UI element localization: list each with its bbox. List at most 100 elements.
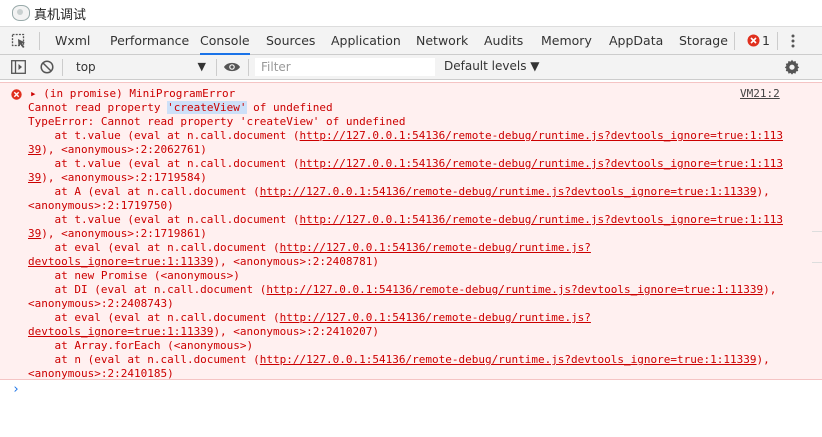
stack-frame-line: <anonymous>:2:1719750) — [28, 199, 808, 213]
stack-frame-line: at new Promise (<anonymous>) — [28, 269, 808, 283]
frame-text: ), — [756, 185, 770, 198]
toolbar-separator — [248, 59, 249, 76]
console-prompt[interactable]: › — [12, 382, 20, 397]
tab-separator — [777, 32, 778, 50]
more-options-icon[interactable] — [790, 32, 796, 50]
tab-console[interactable]: Console — [200, 27, 250, 55]
type-error-line: TypeError: Cannot read property 'createV… — [28, 115, 406, 128]
context-selector[interactable]: top ▼ — [68, 57, 210, 77]
side-panel-divider — [812, 262, 822, 263]
tab-storage[interactable]: Storage — [679, 27, 728, 55]
stack-frame-line: 39), <anonymous>:2:1719584) — [28, 171, 808, 185]
error-count[interactable]: 1 — [762, 27, 770, 55]
tab-wxml[interactable]: Wxml — [55, 27, 90, 55]
frame-text: at t.value (eval at n.call.document ( — [28, 213, 300, 226]
error-message[interactable]: ▸ (in promise) MiniProgramError VM21:2 C… — [0, 82, 822, 380]
toolbar-separator — [216, 59, 217, 76]
window-title: 真机调试 — [34, 8, 87, 23]
app-logo-icon — [12, 5, 30, 21]
console-toolbar: top ▼ Default levels ▼ — [0, 55, 822, 80]
frame-text: ), <anonymous>:2:2410207) — [213, 325, 380, 338]
frame-text: at A (eval at n.call.document ( — [28, 185, 260, 198]
devtools-tabbar: Wxml Performance Console Sources Application… — [0, 26, 822, 55]
stack-trace: at t.value (eval at n.call.document (htt… — [28, 129, 808, 381]
error-count-icon[interactable] — [747, 34, 760, 47]
gear-icon[interactable] — [784, 58, 800, 76]
frame-text: at DI (eval at n.call.document ( — [28, 283, 267, 296]
frame-source-link[interactable]: devtools_ignore=true:1:11339 — [28, 255, 213, 268]
stack-frame-line: 39), <anonymous>:2:2062761) — [28, 143, 808, 157]
frame-text: at eval (eval at n.call.document ( — [28, 241, 280, 254]
stack-frame-line: devtools_ignore=true:1:11339), <anonymou… — [28, 255, 808, 269]
stack-frame-line: at t.value (eval at n.call.document (htt… — [28, 129, 808, 143]
frame-text: <anonymous>:2:2410185) — [28, 367, 174, 380]
window-titlebar: 真机调试 — [0, 0, 822, 26]
frame-text: ), <anonymous>:2:1719861) — [41, 227, 207, 240]
frame-text: ), — [763, 283, 777, 296]
frame-source-link[interactable]: http://127.0.0.1:54136/remote-debug/runt… — [300, 129, 783, 142]
tab-sources[interactable]: Sources — [266, 27, 315, 55]
error-header[interactable]: ▸ (in promise) MiniProgramError — [30, 87, 235, 101]
tab-performance[interactable]: Performance — [110, 27, 189, 55]
frame-source-link[interactable]: 39 — [28, 171, 41, 184]
frame-text: <anonymous>:2:2408743) — [28, 297, 174, 310]
tab-memory[interactable]: Memory — [541, 27, 592, 55]
tab-audits[interactable]: Audits — [484, 27, 523, 55]
stack-frame-line: 39), <anonymous>:2:1719861) — [28, 227, 808, 241]
frame-text: at Array.forEach (<anonymous>) — [28, 339, 254, 352]
stack-frame-line: at n (eval at n.call.document (http://12… — [28, 353, 808, 367]
context-value: top — [76, 60, 96, 74]
show-sidebar-icon[interactable] — [11, 60, 26, 74]
stack-frame-line: devtools_ignore=true:1:11339), <anonymou… — [28, 325, 808, 339]
frame-source-link[interactable]: devtools_ignore=true:1:11339 — [28, 325, 213, 338]
dropdown-arrow-icon: ▼ — [197, 60, 206, 73]
source-link[interactable]: VM21:2 — [740, 87, 780, 101]
tab-network[interactable]: Network — [416, 27, 468, 55]
frame-text: ), — [756, 353, 770, 366]
error-summary-suffix: of undefined — [246, 101, 333, 114]
stack-frame-line: at Array.forEach (<anonymous>) — [28, 339, 808, 353]
frame-text: at new Promise (<anonymous>) — [28, 269, 240, 282]
stack-frame-line: <anonymous>:2:2408743) — [28, 297, 808, 311]
frame-source-link[interactable]: http://127.0.0.1:54136/remote-debug/runt… — [280, 311, 591, 324]
tab-application[interactable]: Application — [331, 27, 401, 55]
frame-text: at n (eval at n.call.document ( — [28, 353, 260, 366]
tab-separator — [734, 32, 735, 50]
stack-frame-line: at DI (eval at n.call.document (http://1… — [28, 283, 808, 297]
frame-text: ), <anonymous>:2:2408781) — [213, 255, 380, 268]
stack-frame-line: at A (eval at n.call.document (http://12… — [28, 185, 808, 199]
side-panel-divider — [812, 231, 822, 232]
frame-source-link[interactable]: http://127.0.0.1:54136/remote-debug/runt… — [260, 353, 757, 366]
error-summary: Cannot read property 'createView' of und… — [28, 101, 333, 115]
frame-source-link[interactable]: http://127.0.0.1:54136/remote-debug/runt… — [300, 213, 783, 226]
frame-source-link[interactable]: http://127.0.0.1:54136/remote-debug/runt… — [280, 241, 591, 254]
frame-text: at eval (eval at n.call.document ( — [28, 311, 280, 324]
frame-source-link[interactable]: http://127.0.0.1:54136/remote-debug/runt… — [300, 157, 783, 170]
frame-text: ), <anonymous>:2:2062761) — [41, 143, 207, 156]
error-icon — [11, 89, 22, 100]
stack-frame-line: at t.value (eval at n.call.document (htt… — [28, 213, 808, 227]
tab-separator — [39, 32, 40, 50]
toolbar-separator — [62, 59, 63, 76]
frame-source-link[interactable]: http://127.0.0.1:54136/remote-debug/runt… — [266, 283, 763, 296]
frame-source-link[interactable]: http://127.0.0.1:54136/remote-debug/runt… — [260, 185, 757, 198]
stack-frame-line: at eval (eval at n.call.document (http:/… — [28, 241, 808, 255]
tab-appdata[interactable]: AppData — [609, 27, 663, 55]
stack-frame-line: at t.value (eval at n.call.document (htt… — [28, 157, 808, 171]
frame-text: ), <anonymous>:2:1719584) — [41, 171, 207, 184]
eye-icon[interactable] — [223, 61, 241, 73]
frame-text: at t.value (eval at n.call.document ( — [28, 129, 300, 142]
stack-frame-line: <anonymous>:2:2410185) — [28, 367, 808, 381]
frame-text: at t.value (eval at n.call.document ( — [28, 157, 300, 170]
frame-source-link[interactable]: 39 — [28, 143, 41, 156]
frame-source-link[interactable]: 39 — [28, 227, 41, 240]
filter-input[interactable] — [255, 58, 435, 76]
inspect-element-icon[interactable] — [11, 33, 27, 49]
frame-text: <anonymous>:2:1719750) — [28, 199, 174, 212]
clear-console-icon[interactable] — [40, 60, 54, 74]
selected-text: 'createView' — [167, 101, 247, 114]
error-summary-prefix: Cannot read property — [28, 101, 168, 114]
log-levels-dropdown[interactable]: Default levels ▼ — [444, 59, 540, 73]
stack-frame-line: at eval (eval at n.call.document (http:/… — [28, 311, 808, 325]
console-output[interactable]: ▸ (in promise) MiniProgramError VM21:2 C… — [0, 80, 822, 437]
